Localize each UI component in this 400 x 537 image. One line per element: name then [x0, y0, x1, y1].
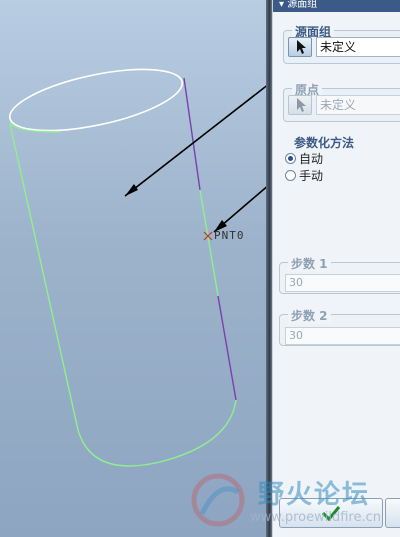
step2-label: 步数 2 — [288, 307, 331, 324]
source-surface-group: 源面组 未定义 — [283, 23, 400, 64]
cylinder-top-edge — [8, 68, 184, 132]
origin-group: 原点 未定义 — [283, 81, 400, 122]
leader-arrow-1 — [124, 85, 266, 197]
origin-field[interactable]: 未定义 — [316, 95, 400, 115]
cylinder-seam-upper — [183, 77, 201, 191]
cylinder-bottom-edge — [77, 399, 237, 467]
cylinder-model — [8, 68, 266, 467]
model-viewport[interactable]: PNT0 — [0, 0, 266, 537]
origin-select-button[interactable] — [288, 95, 312, 115]
source-surface-select-button[interactable] — [288, 37, 312, 57]
radio-auto[interactable]: 自动 — [285, 150, 323, 166]
dialog-panel: ▾ 源面组 源面组 未定义 原点 未定义 参数化方法 自动 手动 步数 1 30… — [272, 0, 400, 537]
point-label: PNT0 — [214, 229, 245, 242]
radio-auto-button[interactable] — [285, 152, 296, 164]
radio-auto-label: 自动 — [299, 151, 324, 166]
radio-manual[interactable]: 手动 — [285, 167, 323, 183]
cylinder-left-silhouette — [9, 123, 79, 431]
dialog-title: ▾ 源面组 — [273, 0, 400, 12]
step2-field[interactable]: 30 — [285, 327, 400, 345]
leader-arrowhead-1 — [125, 184, 138, 196]
ok-button[interactable] — [279, 498, 383, 528]
cancel-button[interactable] — [385, 498, 400, 528]
checkmark-icon — [321, 506, 341, 522]
cursor-arrow-icon — [297, 40, 306, 54]
cursor-arrow-icon — [297, 98, 306, 112]
collapse-arrow-icon[interactable]: ▾ — [279, 0, 287, 10]
step1-label: 步数 1 — [288, 255, 331, 272]
radio-manual-button[interactable] — [285, 169, 296, 181]
param-method-label: 参数化方法 — [291, 134, 358, 151]
step1-field[interactable]: 30 — [285, 274, 400, 292]
cylinder-seam-middle — [199, 189, 219, 297]
radio-manual-label: 手动 — [299, 168, 324, 183]
cylinder-seam-lower — [217, 295, 237, 401]
source-surface-field[interactable]: 未定义 — [316, 37, 400, 57]
